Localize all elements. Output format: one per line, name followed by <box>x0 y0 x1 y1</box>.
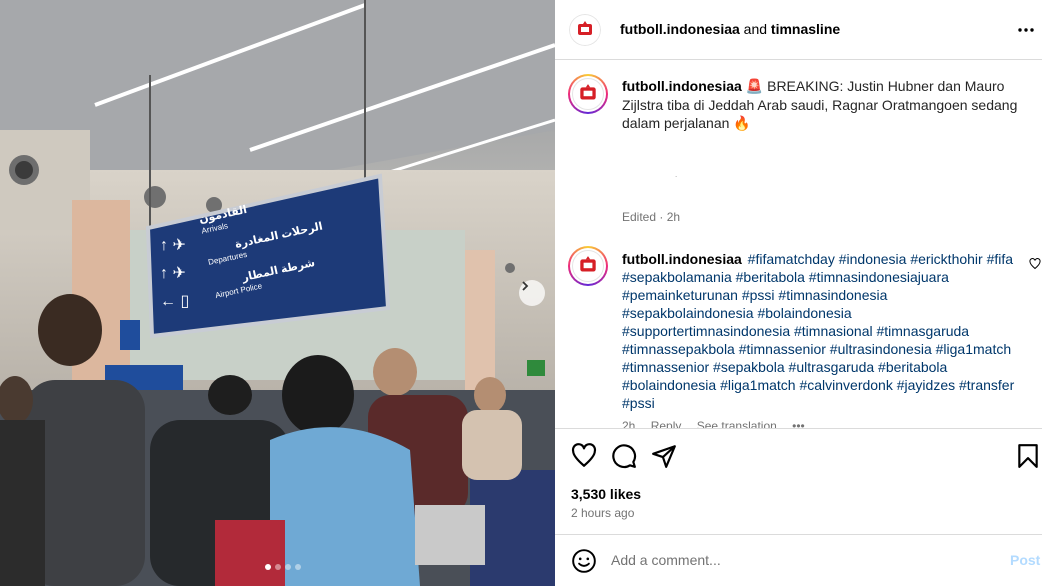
comment-username[interactable]: futboll.indonesiaa <box>622 251 742 267</box>
comment-time: 2h <box>622 419 636 428</box>
likes-count[interactable]: 3,530 likes <box>571 486 641 502</box>
carousel-next-button[interactable] <box>519 280 545 306</box>
post-caption: futboll.indonesiaa 🚨 BREAKING: Justin Hub… <box>622 77 1022 133</box>
club-logo-icon <box>580 84 596 100</box>
arrow-up-icon: ↑ ✈ <box>160 237 186 254</box>
comment-like-heart-icon[interactable] <box>1029 258 1041 270</box>
carousel-dot <box>274 564 281 570</box>
post-header: futboll.indonesiaa and timnasline <box>555 0 1042 60</box>
club-logo-icon <box>578 21 592 35</box>
carousel-dot <box>284 564 291 570</box>
see-translation-button[interactable]: See translation <box>697 419 777 428</box>
hashtag-comment: futboll.indonesiaa #fifamatchday #indone… <box>622 250 1022 412</box>
post-button[interactable]: Post <box>1010 552 1040 568</box>
comment-hashtags[interactable]: #fifamatchday #indonesia #erickthohir #f… <box>622 251 1014 411</box>
comment-avatar[interactable] <box>568 246 608 286</box>
chevron-right-icon <box>522 281 529 291</box>
header-account-link[interactable]: futboll.indonesiaa <box>620 21 740 37</box>
bookmark-icon[interactable] <box>1015 443 1041 469</box>
comments-area[interactable]: futboll.indonesiaa 🚨 BREAKING: Justin Hub… <box>555 61 1042 428</box>
share-icon[interactable] <box>651 443 677 469</box>
comment-input[interactable] <box>611 547 981 573</box>
post-media[interactable]: القادمون Arrivals الرحلات المغادرة Depar… <box>0 0 555 586</box>
avatar[interactable] <box>569 14 601 46</box>
comment-meta: 2h Reply See translation ••• <box>622 419 817 428</box>
header-collaborator-link[interactable]: timnasline <box>771 21 840 37</box>
comment-icon[interactable] <box>611 443 637 469</box>
caption-avatar[interactable] <box>568 74 608 114</box>
header-and: and <box>743 21 768 37</box>
arrow-left-icon: ← ▯ <box>160 293 190 310</box>
caption-dot: . <box>675 170 678 179</box>
comment-options-button[interactable]: ••• <box>792 419 805 428</box>
airport-photo <box>0 0 555 586</box>
emoji-icon[interactable] <box>571 548 597 574</box>
action-bar: 3,530 likes 2 hours ago <box>555 428 1042 545</box>
carousel-dot <box>264 564 271 570</box>
caption-username[interactable]: futboll.indonesiaa <box>622 78 742 94</box>
sign-arrows: ↑ ✈ ↑ ✈ ← ▯ <box>160 232 189 316</box>
heart-icon[interactable] <box>571 443 597 469</box>
carousel-dot <box>294 564 301 570</box>
edited-timestamp: Edited · 2h <box>622 210 681 224</box>
post-panel: futboll.indonesiaa and timnasline futbol… <box>555 0 1042 586</box>
reply-button[interactable]: Reply <box>651 419 682 428</box>
more-icon[interactable] <box>1016 20 1036 40</box>
post-time: 2 hours ago <box>571 506 635 520</box>
header-accounts: futboll.indonesiaa and timnasline <box>620 21 840 37</box>
add-comment-bar: Post <box>555 534 1042 586</box>
carousel-indicator <box>0 564 555 570</box>
arrow-up-icon: ↑ ✈ <box>160 265 186 282</box>
club-logo-icon <box>580 256 596 272</box>
